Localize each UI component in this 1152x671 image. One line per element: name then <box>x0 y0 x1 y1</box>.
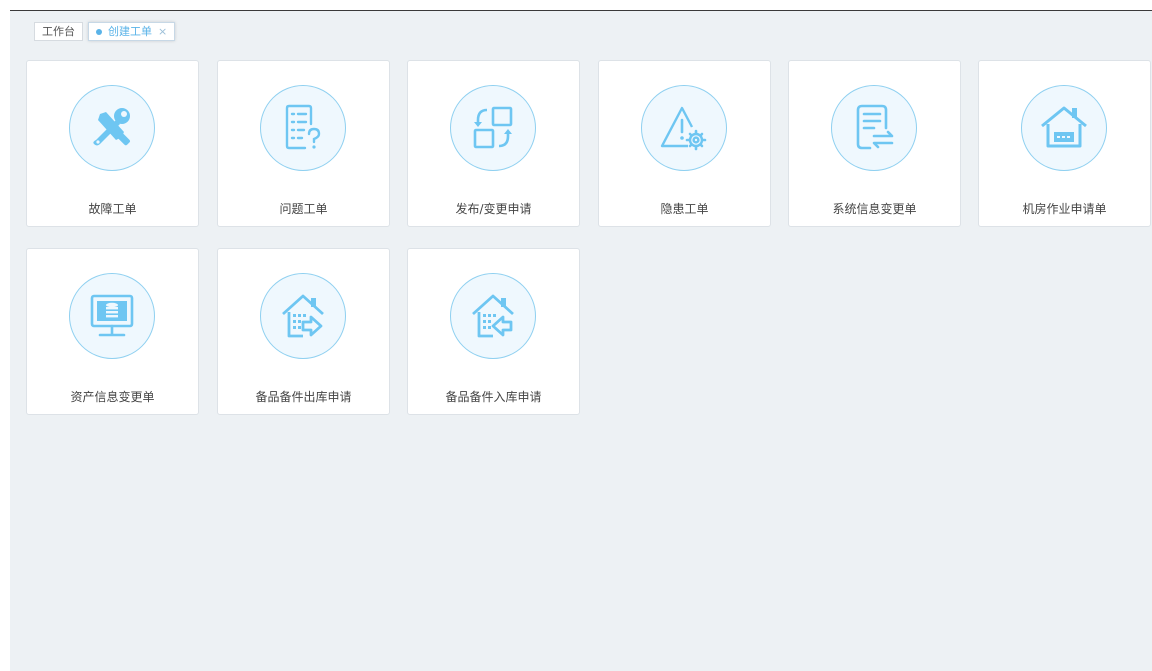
icon-circle <box>69 85 155 171</box>
card-label: 机房作业申请单 <box>1022 202 1107 216</box>
card-fault-ticket[interactable]: 故障工单 <box>26 60 199 227</box>
icon-circle <box>831 85 917 171</box>
icon-circle <box>450 273 536 359</box>
house-server-icon <box>1041 106 1087 148</box>
monitor-database-icon <box>90 294 134 337</box>
doc-exchange-icon <box>856 104 894 150</box>
card-label: 发布/变更申请 <box>455 202 532 216</box>
icon-circle <box>260 273 346 359</box>
card-machine-room-request[interactable]: 机房作业申请单 <box>978 60 1151 227</box>
card-hazard-ticket[interactable]: 隐患工单 <box>598 60 771 227</box>
card-label: 资产信息变更单 <box>70 390 155 404</box>
tab-bar: 工作台 创建工单 × <box>34 22 176 42</box>
card-label: 备品备件出库申请 <box>255 390 352 404</box>
question-list-icon <box>285 104 321 150</box>
tab-label: 工作台 <box>42 25 75 38</box>
change-cycle-icon <box>473 106 513 149</box>
card-label: 系统信息变更单 <box>832 202 917 216</box>
icon-circle <box>69 273 155 359</box>
card-label: 故障工单 <box>88 202 137 216</box>
warehouse-out-icon <box>282 294 324 338</box>
active-dot-icon <box>96 28 102 35</box>
card-problem-ticket[interactable]: 问题工单 <box>217 60 390 227</box>
tab-label: 创建工单 <box>108 25 152 38</box>
tab-create-ticket[interactable]: 创建工单 × <box>88 22 176 41</box>
tools-icon <box>93 108 130 146</box>
card-label: 问题工单 <box>279 202 328 216</box>
card-asset-info-change[interactable]: 资产信息变更单 <box>26 248 199 415</box>
card-spare-parts-in[interactable]: 备品备件入库申请 <box>407 248 580 415</box>
card-release-change[interactable]: 发布/变更申请 <box>407 60 580 227</box>
tab-workbench[interactable]: 工作台 <box>34 22 83 41</box>
warehouse-in-icon <box>472 294 514 338</box>
close-icon[interactable]: × <box>158 23 167 40</box>
card-label: 隐患工单 <box>660 202 709 216</box>
card-label: 备品备件入库申请 <box>445 390 542 404</box>
card-system-info-change[interactable]: 系统信息变更单 <box>788 60 961 227</box>
warning-gear-icon <box>660 106 707 151</box>
icon-circle <box>641 85 727 171</box>
icon-circle <box>450 85 536 171</box>
icon-circle <box>260 85 346 171</box>
icon-circle <box>1021 85 1107 171</box>
card-spare-parts-out[interactable]: 备品备件出库申请 <box>217 248 390 415</box>
